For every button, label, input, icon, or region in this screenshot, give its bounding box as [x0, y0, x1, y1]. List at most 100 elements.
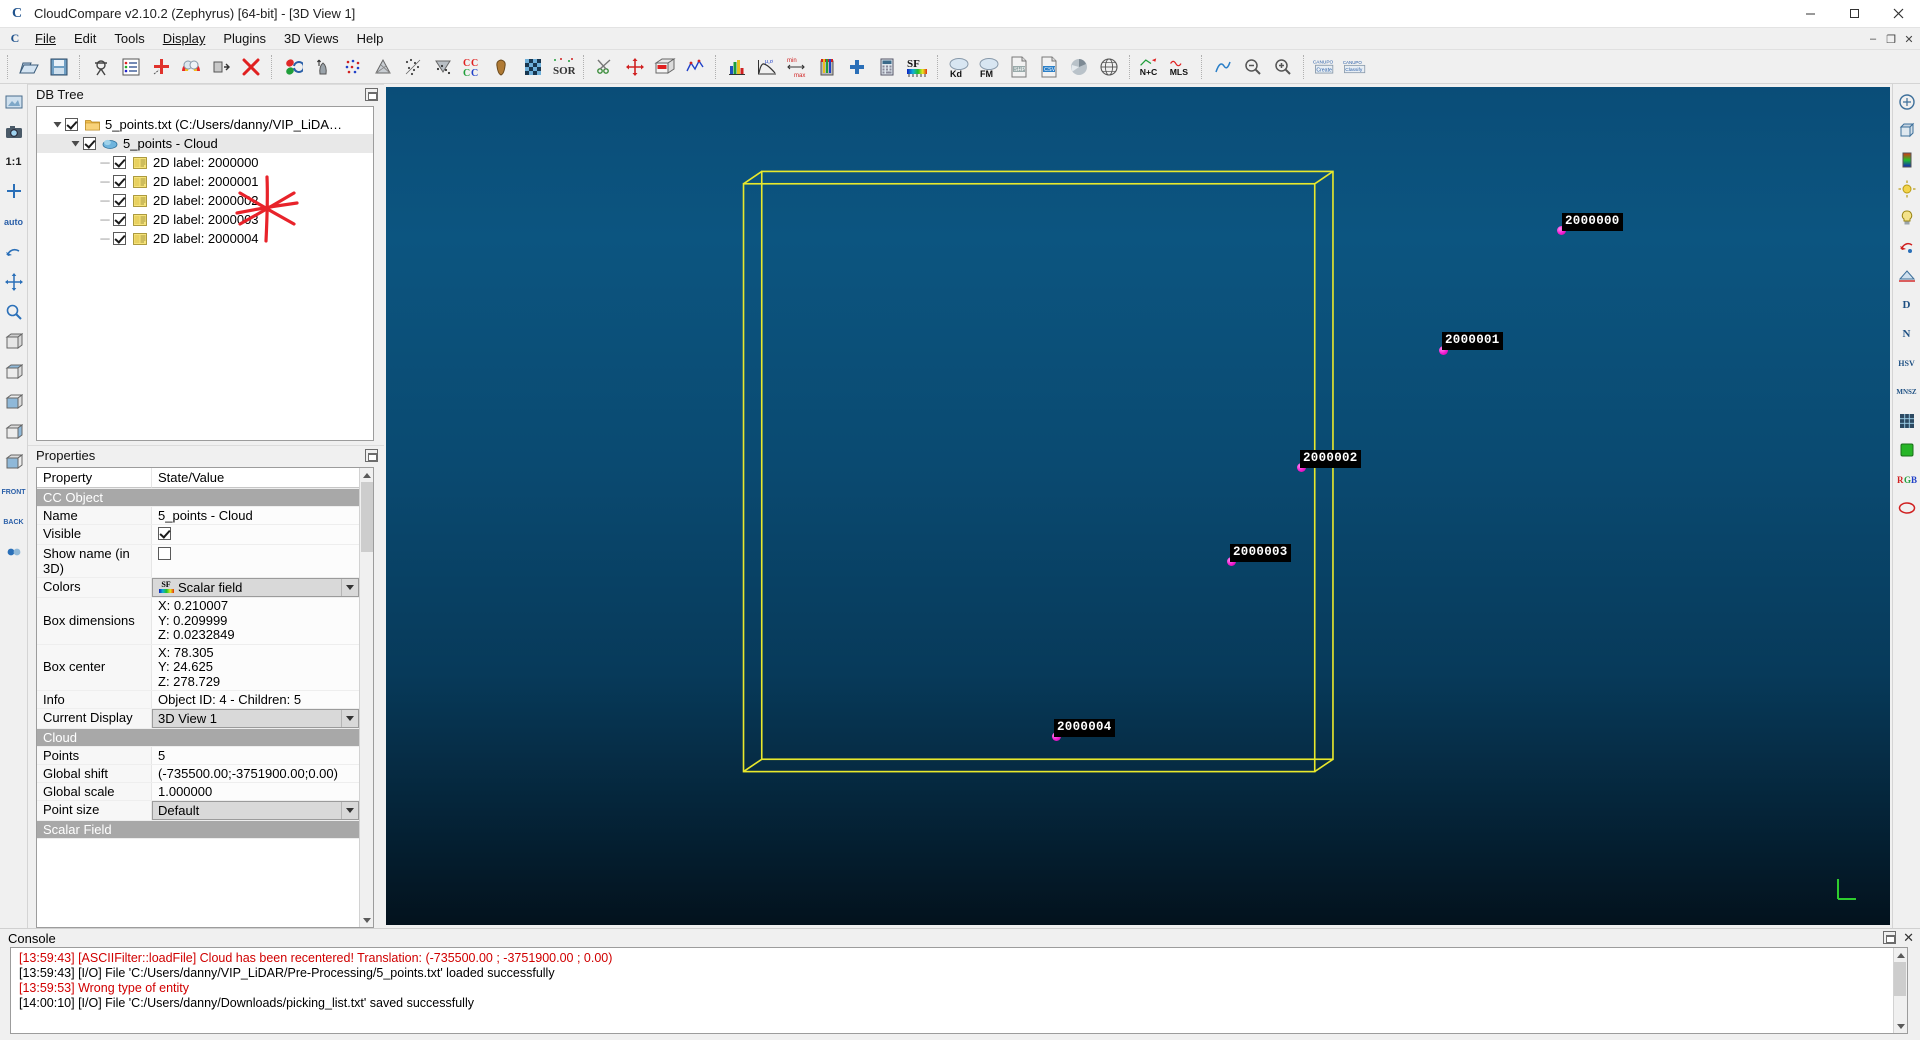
rgb-badge-icon[interactable]: RGB: [1895, 467, 1919, 491]
tree-checkbox[interactable]: [113, 175, 126, 188]
gaussian-stats-icon[interactable]: μ,σ: [753, 53, 781, 81]
cross-center-icon[interactable]: [2, 180, 26, 204]
mls-smooth-icon[interactable]: MLS: [1167, 53, 1195, 81]
tree-checkbox[interactable]: [113, 213, 126, 226]
zoom-1-1-icon[interactable]: 1:1: [2, 150, 26, 174]
sf-arithmetic-icon[interactable]: [873, 53, 901, 81]
light-custom-icon[interactable]: [1895, 206, 1919, 230]
console-scrollbar[interactable]: [1893, 948, 1907, 1033]
tree-node-label-4[interactable]: ─ 2D label: 2000004: [49, 229, 373, 248]
ortho-projection-icon[interactable]: [1895, 119, 1919, 143]
delete-entity-icon[interactable]: [237, 53, 265, 81]
segment-clone-icon[interactable]: [279, 53, 307, 81]
view-top-icon[interactable]: [2, 360, 26, 384]
scroll-up-arrow-icon[interactable]: [1894, 948, 1907, 962]
tree-checkbox[interactable]: [113, 194, 126, 207]
canupo-classify-icon[interactable]: CANUPO Classify: [1341, 53, 1369, 81]
visible-checkbox[interactable]: [158, 527, 171, 540]
camera-link-icon[interactable]: [1895, 90, 1919, 114]
mesh-delaunay-icon[interactable]: [369, 53, 397, 81]
chevron-down-icon[interactable]: [341, 802, 358, 819]
point-picking-icon[interactable]: [147, 53, 175, 81]
view-bottom-icon[interactable]: [2, 390, 26, 414]
scroll-down-arrow-icon[interactable]: [1894, 1019, 1907, 1033]
mdi-close-button[interactable]: ✕: [1900, 33, 1918, 46]
global-view-icon[interactable]: [2, 90, 26, 114]
close-window-button[interactable]: [1876, 0, 1920, 28]
point-label-2000001[interactable]: 2000001: [1442, 332, 1503, 350]
properties-scroll-thumb[interactable]: [360, 482, 373, 552]
properties-float-button[interactable]: [365, 449, 378, 462]
menu-3d-views[interactable]: 3D Views: [275, 29, 348, 48]
checkerboard-match-icon[interactable]: [519, 53, 547, 81]
console-float-button[interactable]: [1883, 931, 1897, 944]
stereo-mode-icon[interactable]: [2, 540, 26, 564]
subsample-cloud-icon[interactable]: [339, 53, 367, 81]
mnsz-badge-icon[interactable]: MNSZ: [1895, 380, 1919, 404]
db-tree-float-button[interactable]: [365, 88, 378, 101]
tree-node-label-3[interactable]: ─ 2D label: 2000003: [49, 210, 373, 229]
grid-render-icon[interactable]: [1895, 409, 1919, 433]
minimize-button[interactable]: [1788, 0, 1832, 28]
open-file-icon[interactable]: [15, 53, 43, 81]
menu-help[interactable]: Help: [348, 29, 393, 48]
clipping-plane-icon[interactable]: [1895, 264, 1919, 288]
tree-node-label-1[interactable]: ─ 2D label: 2000001: [49, 172, 373, 191]
move-translate-icon[interactable]: [2, 270, 26, 294]
mdi-restore-button[interactable]: ❐: [1882, 33, 1900, 46]
mdi-minimize-button[interactable]: –: [1864, 33, 1882, 45]
align-entity-icon[interactable]: [207, 53, 235, 81]
magnify-plus-icon[interactable]: [1269, 53, 1297, 81]
add-scalar-field-icon[interactable]: [843, 53, 871, 81]
chevron-down-icon[interactable]: [341, 579, 358, 596]
trace-polyline-icon[interactable]: [681, 53, 709, 81]
globe-geo-icon[interactable]: [1095, 53, 1123, 81]
pick-rotation-icon[interactable]: [1895, 235, 1919, 259]
expand-triangle-icon[interactable]: [67, 139, 83, 148]
show-name-3d-checkbox[interactable]: [158, 547, 171, 560]
normals-compute-icon[interactable]: [309, 53, 337, 81]
menu-tools[interactable]: Tools: [105, 29, 153, 48]
point-size-dropdown[interactable]: Default: [152, 801, 359, 820]
db-tree-panel[interactable]: 5_points.txt (C:/Users/danny/VIP_LiDAR/P…: [36, 106, 374, 441]
hsv-badge-icon[interactable]: HSV: [1895, 351, 1919, 375]
cloud-mesh-dist-icon[interactable]: [429, 53, 457, 81]
point-label-2000003[interactable]: 2000003: [1230, 544, 1291, 562]
tree-node-label-0[interactable]: ─ 2D label: 2000000: [49, 153, 373, 172]
save-file-icon[interactable]: [45, 53, 73, 81]
tree-checkbox[interactable]: [113, 232, 126, 245]
expand-triangle-icon[interactable]: [49, 120, 65, 129]
scissors-cut-icon[interactable]: [591, 53, 619, 81]
toggle-db-tree-icon[interactable]: [117, 53, 145, 81]
canupo-create-icon[interactable]: CANUPO Create: [1311, 53, 1339, 81]
export-csv-icon[interactable]: CSV: [1035, 53, 1063, 81]
3d-view-1[interactable]: 2000000 2000001 2000002 2000003 2000004: [386, 87, 1890, 925]
cc-register-icon[interactable]: CCCC: [459, 53, 487, 81]
sor-filter-icon[interactable]: SOR: [549, 53, 577, 81]
console-close-button[interactable]: ✕: [1903, 931, 1914, 944]
view-back-label-icon[interactable]: BACK: [2, 510, 26, 534]
console-scroll-thumb[interactable]: [1894, 962, 1906, 996]
view-front-label-icon[interactable]: FRONT: [1, 480, 25, 504]
pie-section-icon[interactable]: [1065, 53, 1093, 81]
color-scale-edit-icon[interactable]: [1895, 148, 1919, 172]
rotate-axis-icon[interactable]: [2, 240, 26, 264]
colors-dropdown[interactable]: SF Scalar field: [152, 578, 359, 597]
menu-edit[interactable]: Edit: [65, 29, 105, 48]
scroll-up-arrow-icon[interactable]: [359, 468, 373, 482]
min-max-range-icon[interactable]: min max: [783, 53, 811, 81]
export-shp-icon[interactable]: SHP: [1005, 53, 1033, 81]
green-square-icon[interactable]: [1895, 438, 1919, 462]
tree-checkbox[interactable]: [65, 118, 78, 131]
tree-node-file[interactable]: 5_points.txt (C:/Users/danny/VIP_LiDAR/P…: [49, 115, 373, 134]
view-left-icon[interactable]: [2, 420, 26, 444]
scroll-down-arrow-icon[interactable]: [359, 913, 373, 927]
current-display-dropdown[interactable]: 3D View 1: [152, 709, 359, 728]
box-section-icon[interactable]: [651, 53, 679, 81]
point-label-2000002[interactable]: 2000002: [1300, 450, 1361, 468]
tree-checkbox[interactable]: [83, 137, 96, 150]
properties-scroll-track[interactable]: [359, 552, 373, 913]
colors-rainbow-icon[interactable]: [177, 53, 205, 81]
cloud-cloud-dist-icon[interactable]: [399, 53, 427, 81]
tree-node-cloud[interactable]: 5_points - Cloud: [37, 134, 373, 153]
